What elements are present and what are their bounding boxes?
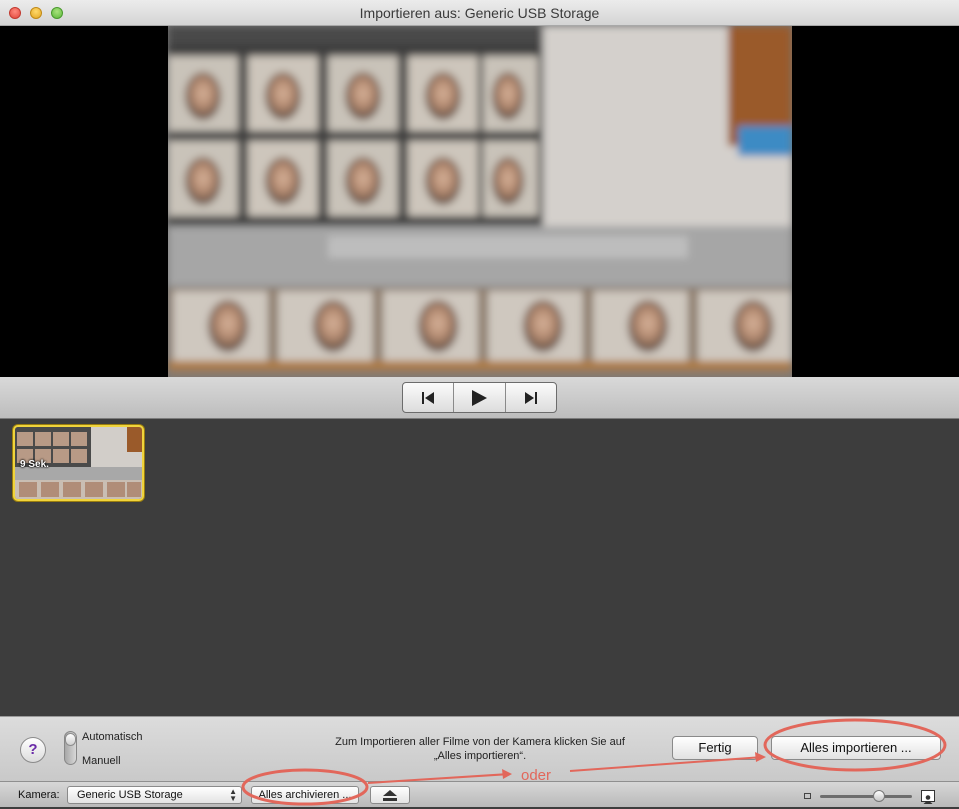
playback-control-bar — [0, 377, 959, 419]
import-options-panel: ? Automatisch Manuell Zum Importieren al… — [0, 716, 959, 781]
import-all-button[interactable]: Alles importieren ... — [771, 736, 941, 760]
blurred-preview-image — [168, 26, 792, 377]
transport-controls — [402, 382, 557, 413]
skip-back-icon — [422, 391, 435, 404]
play-button[interactable] — [454, 383, 506, 412]
thumbnail-size-slider-thumb[interactable] — [873, 790, 885, 802]
archive-all-button[interactable]: Alles archivieren ... — [251, 786, 359, 804]
eject-icon — [383, 789, 397, 801]
title-bar: Importieren aus: Generic USB Storage — [0, 0, 959, 26]
thumbnail-size-slider[interactable] — [820, 795, 912, 798]
import-hint-line-2: „Alles importieren“. — [433, 750, 527, 762]
manual-mode-label[interactable]: Manuell — [82, 755, 121, 767]
done-button[interactable]: Fertig — [672, 736, 758, 760]
clip-duration-label: 9 Sek. — [20, 459, 49, 470]
import-mode-switch[interactable] — [64, 731, 77, 765]
help-button[interactable]: ? — [20, 737, 46, 763]
window-title: Importieren aus: Generic USB Storage — [359, 5, 600, 21]
camera-status-bar: Kamera: Generic USB Storage ▲ ▼ Alles arc… — [0, 781, 959, 807]
automatic-mode-label[interactable]: Automatisch — [82, 731, 143, 743]
import-hint-text: Zum Importieren aller Filme von der Kame… — [300, 735, 660, 763]
video-viewer — [0, 26, 959, 377]
camera-label: Kamera: — [18, 789, 60, 801]
eject-button[interactable] — [370, 786, 410, 804]
skip-forward-icon — [524, 391, 537, 404]
zoom-in-icon[interactable] — [921, 790, 935, 804]
import-mode-switch-knob[interactable] — [65, 733, 76, 746]
person-icon — [923, 795, 933, 804]
annotation-oder-text: oder — [521, 767, 552, 784]
video-preview-frame — [168, 26, 792, 377]
previous-button[interactable] — [403, 383, 455, 412]
clip-thumbnail[interactable]: 9 Sek. — [13, 425, 144, 501]
play-icon — [472, 389, 488, 406]
clip-browser: 9 Sek. — [0, 419, 959, 716]
zoom-out-icon[interactable] — [804, 793, 811, 799]
select-arrows-icon: ▲ ▼ — [229, 787, 237, 803]
camera-select[interactable]: Generic USB Storage ▲ ▼ — [67, 786, 242, 804]
import-hint-line-1: Zum Importieren aller Filme von der Kame… — [335, 736, 625, 748]
camera-select-value: Generic USB Storage — [77, 789, 183, 801]
next-button[interactable] — [506, 383, 556, 412]
